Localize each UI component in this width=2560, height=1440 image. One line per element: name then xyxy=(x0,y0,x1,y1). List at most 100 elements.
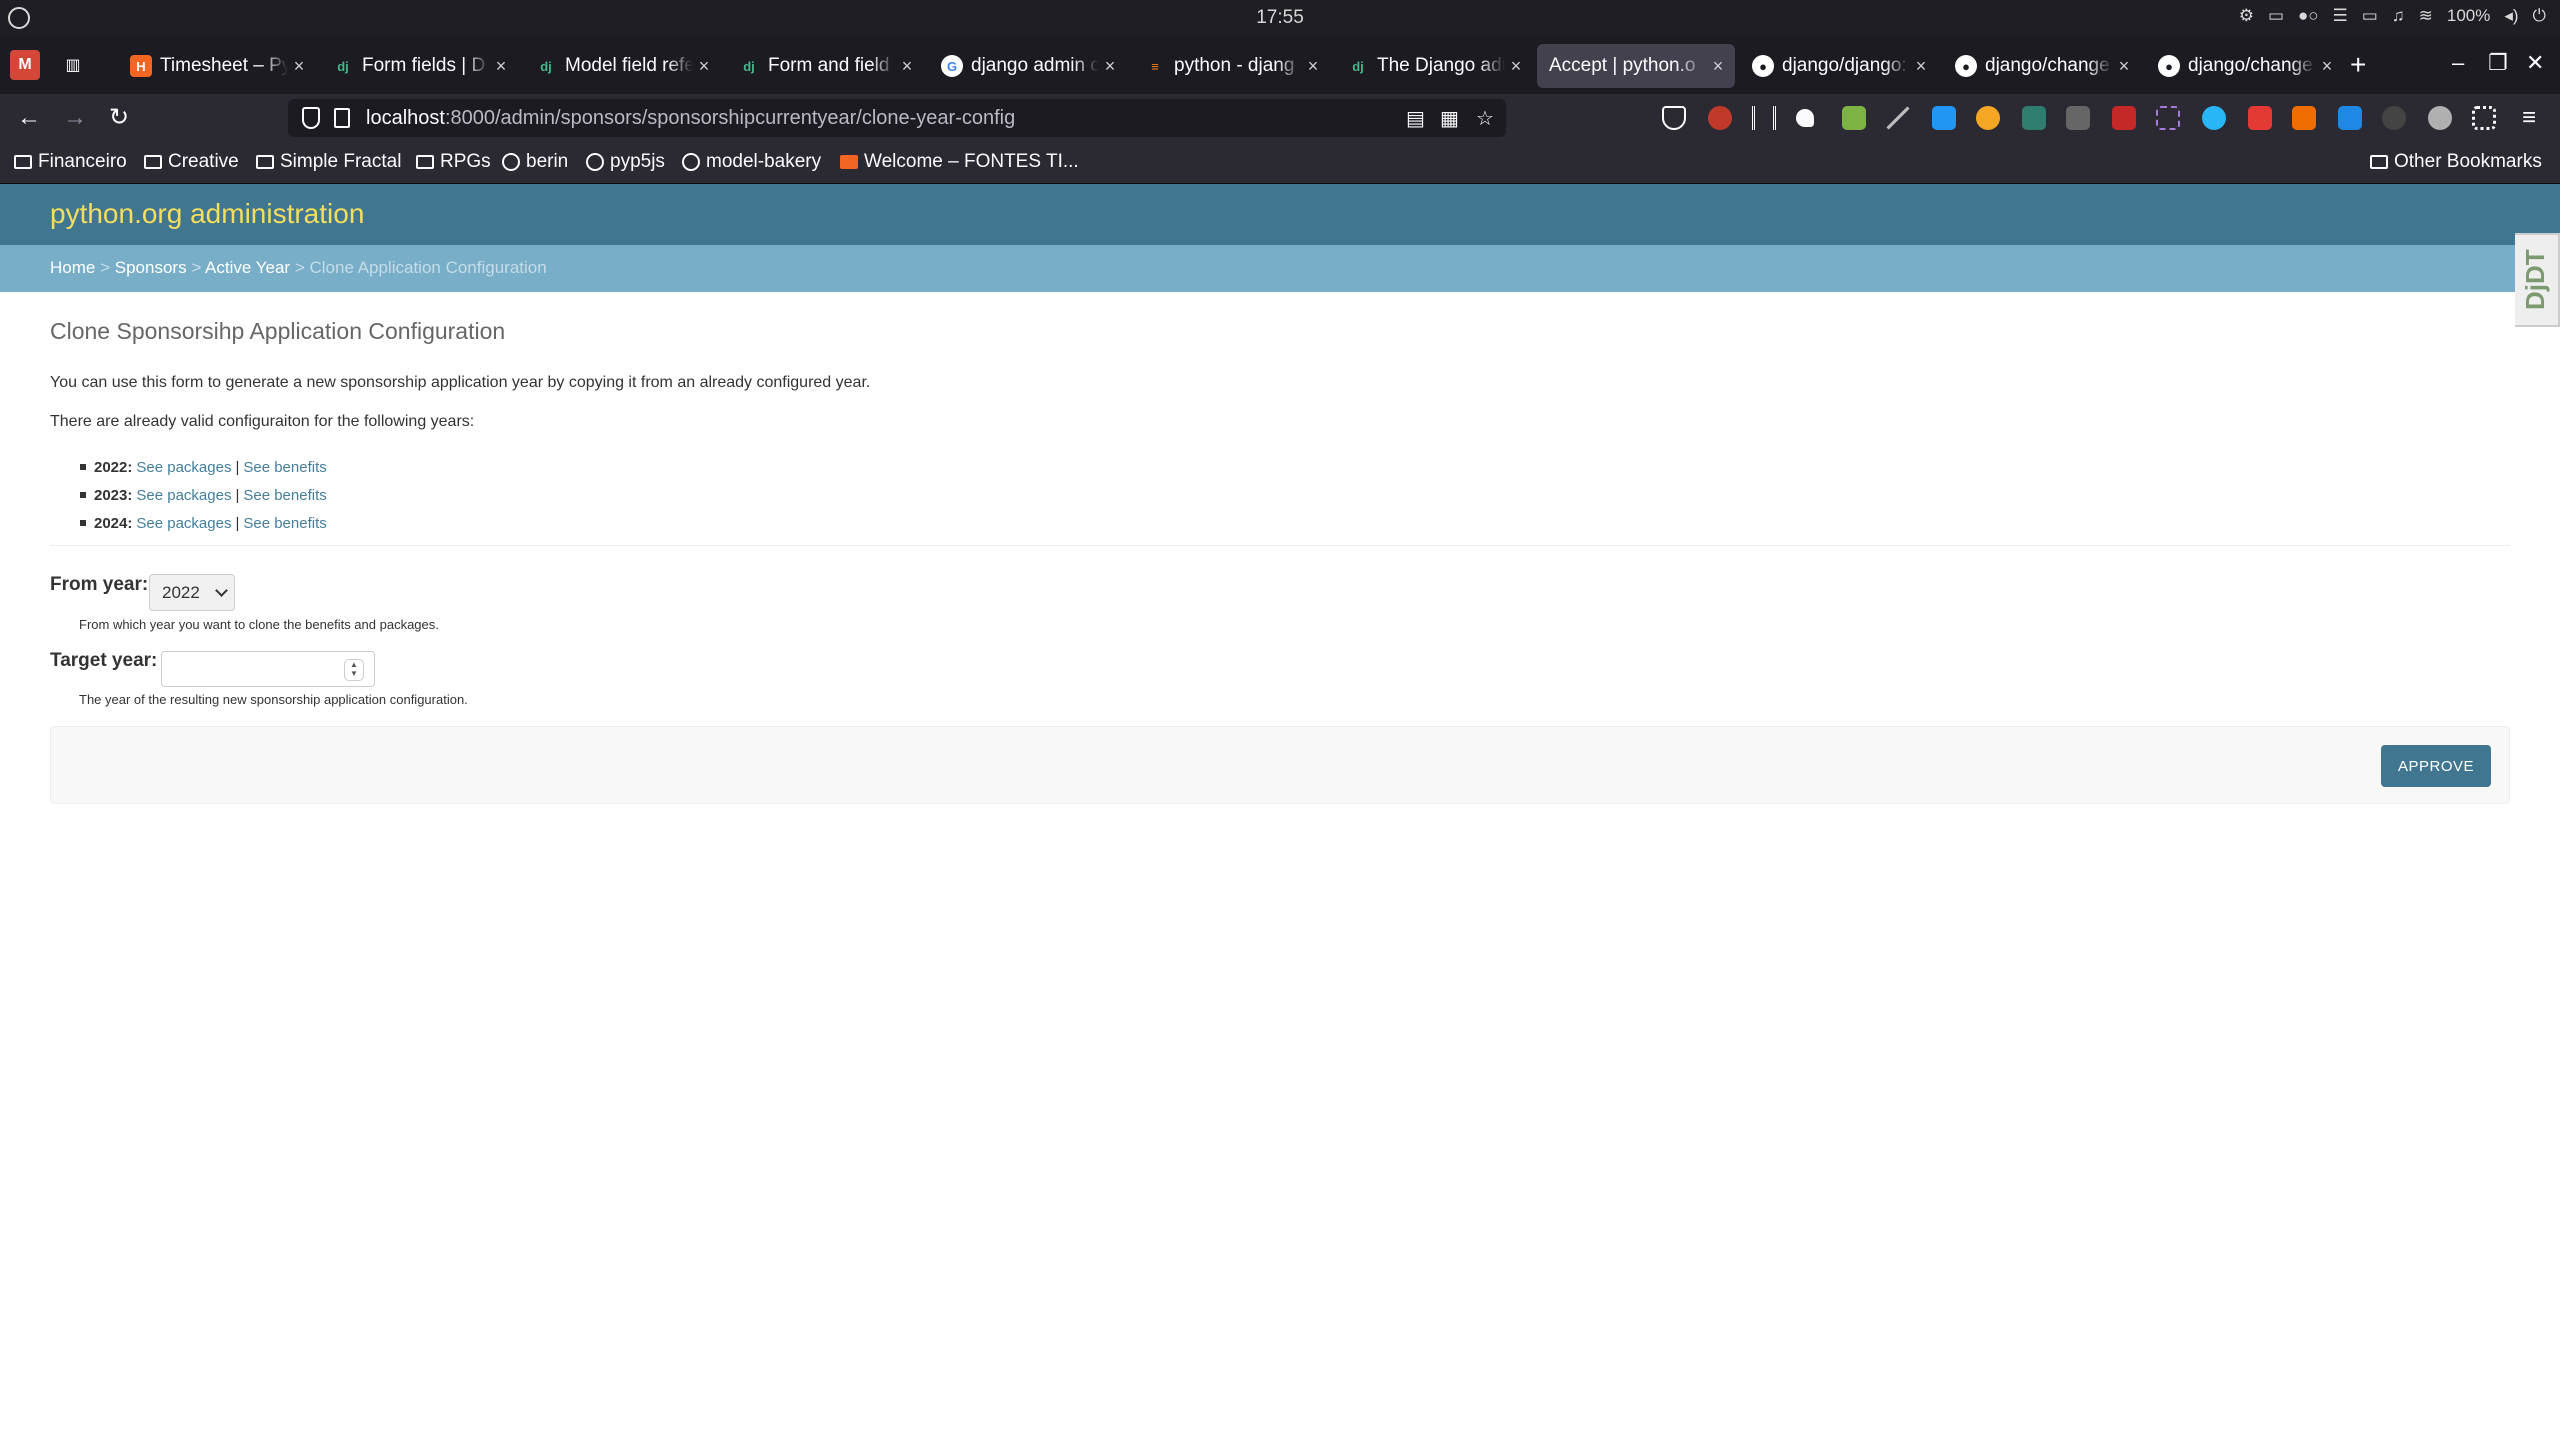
other-bookmarks[interactable]: Other Bookmarks xyxy=(2370,151,2542,173)
tab[interactable]: G django admin c × xyxy=(929,44,1127,88)
tab[interactable]: H Timesheet – Py × xyxy=(118,44,316,88)
extension-icon[interactable] xyxy=(1842,106,1866,130)
see-benefits-link[interactable]: See benefits xyxy=(243,459,326,476)
close-icon[interactable]: × xyxy=(2316,56,2338,77)
tab-strip: M ▥ H Timesheet – Py × dj Form fields | … xyxy=(0,36,2560,94)
list-item: 2023: See packages | See benefits xyxy=(94,481,327,509)
admin-header: python.org administration xyxy=(0,184,2560,245)
extension-icon[interactable] xyxy=(2066,106,2090,130)
close-window-icon[interactable]: ✕ xyxy=(2526,50,2544,76)
years-intro-text: There are already valid configuraiton fo… xyxy=(50,413,475,430)
gmail-pinned-tab[interactable]: M xyxy=(10,50,40,80)
url-text[interactable]: localhost:8000/admin/sponsors/sponsorshi… xyxy=(366,107,1015,130)
bookmark-star-icon[interactable]: ☆ xyxy=(1476,106,1494,131)
close-icon[interactable]: × xyxy=(1910,56,1932,77)
from-year-select[interactable]: 2022 xyxy=(149,574,235,611)
django-icon: dj xyxy=(540,58,552,74)
back-icon[interactable]: ← xyxy=(12,102,46,134)
close-icon[interactable]: × xyxy=(1099,56,1121,77)
tab[interactable]: ● django/change × xyxy=(2146,44,2344,88)
wifi-icon[interactable]: ≋ xyxy=(2419,6,2433,26)
display-icon[interactable]: ▭ xyxy=(2268,6,2284,26)
minimize-icon[interactable]: – xyxy=(2452,50,2464,76)
extension-icon[interactable] xyxy=(2248,106,2272,130)
folder-icon[interactable]: ▭ xyxy=(2362,6,2378,26)
extension-icon[interactable] xyxy=(1976,106,2000,130)
tab[interactable]: dj Model field refe × xyxy=(523,44,721,88)
bookmarks-bar: Financeiro Creative Simple Fractal RPGs … xyxy=(0,142,2560,184)
tab[interactable]: dj Form fields | D × xyxy=(320,44,518,88)
extension-icon[interactable] xyxy=(2202,106,2226,130)
bookmark-folder[interactable]: Simple Fractal xyxy=(256,151,401,173)
target-year-input[interactable]: ▲ ▼ xyxy=(161,651,375,687)
bookmark-folder[interactable]: RPGs xyxy=(416,151,491,173)
notification-icon[interactable]: ♫ xyxy=(2392,6,2405,26)
target-year-label: Target year: xyxy=(50,650,158,671)
clipboard-icon[interactable]: ☰ xyxy=(2333,6,2348,26)
extension-icon[interactable] xyxy=(2022,106,2046,130)
list-item: 2024: See packages | See benefits xyxy=(94,509,327,537)
breadcrumb-home[interactable]: Home xyxy=(50,258,95,277)
see-packages-link[interactable]: See packages xyxy=(136,515,231,532)
site-brand[interactable]: python.org administration xyxy=(50,198,364,230)
pocket-icon[interactable] xyxy=(1662,106,1686,130)
restore-icon[interactable]: ❐ xyxy=(2488,50,2508,76)
breadcrumb-sponsors[interactable]: Sponsors xyxy=(115,258,187,277)
approve-button[interactable]: APPROVE xyxy=(2381,745,2491,787)
close-icon[interactable]: × xyxy=(490,56,512,77)
pen-icon[interactable] xyxy=(1886,106,1910,130)
bookmark-link[interactable]: pyp5js xyxy=(586,151,665,173)
extension-icon[interactable] xyxy=(2156,106,2180,130)
bookmark-folder[interactable]: Creative xyxy=(144,151,239,173)
tab[interactable]: dj Form and field × xyxy=(726,44,924,88)
extensions-icon[interactable] xyxy=(2472,106,2496,130)
bookmark-link[interactable]: Welcome – FONTES TI... xyxy=(840,151,1079,173)
tab[interactable]: dj The Django adm × xyxy=(1335,44,1533,88)
new-tab-button[interactable]: + xyxy=(2350,50,2366,80)
close-icon[interactable]: × xyxy=(693,56,715,77)
tab[interactable]: ≡ python - djang × xyxy=(1132,44,1330,88)
shield-icon[interactable] xyxy=(302,107,320,129)
close-icon[interactable]: × xyxy=(1302,56,1324,77)
qr-code-icon[interactable]: ▦ xyxy=(1440,106,1459,131)
see-benefits-link[interactable]: See benefits xyxy=(243,487,326,504)
bookmark-folder[interactable]: Financeiro xyxy=(14,151,127,173)
tab-active[interactable]: Accept | python.o × xyxy=(1537,44,1735,88)
extension-icon[interactable] xyxy=(1932,106,1956,130)
extension-icon[interactable] xyxy=(2292,106,2316,130)
page-info-icon[interactable] xyxy=(334,108,350,128)
tab[interactable]: ● django/change × xyxy=(1943,44,2141,88)
close-icon[interactable]: × xyxy=(1505,56,1527,77)
extension-icon[interactable] xyxy=(1796,109,1814,127)
ublock-icon[interactable] xyxy=(1708,106,1732,130)
reader-view-icon[interactable]: ▤ xyxy=(1406,106,1425,131)
media-icon[interactable]: ●○ xyxy=(2298,6,2319,26)
bookmark-link[interactable]: model-bakery xyxy=(682,151,821,173)
pinned-tab[interactable]: ▥ xyxy=(58,50,88,80)
folder-icon xyxy=(256,155,274,169)
extension-icon[interactable] xyxy=(2428,106,2452,130)
forward-icon[interactable]: → xyxy=(58,102,92,134)
close-icon[interactable]: × xyxy=(1707,56,1729,77)
extension-icon[interactable] xyxy=(1752,106,1776,130)
close-icon[interactable]: × xyxy=(288,56,310,77)
network-icon[interactable]: ⚙ xyxy=(2239,6,2254,26)
volume-icon[interactable]: ◂) xyxy=(2504,6,2518,26)
django-debug-toolbar-handle[interactable]: DjDT xyxy=(2515,233,2560,327)
extension-icon[interactable] xyxy=(2338,106,2362,130)
menu-icon[interactable]: ≡ xyxy=(2512,102,2546,134)
extension-icon[interactable] xyxy=(2112,106,2136,130)
extension-icon[interactable] xyxy=(2382,106,2406,130)
see-benefits-link[interactable]: See benefits xyxy=(243,515,326,532)
close-icon[interactable]: × xyxy=(2113,56,2135,77)
see-packages-link[interactable]: See packages xyxy=(136,459,231,476)
tab[interactable]: ● django/django: × xyxy=(1740,44,1938,88)
breadcrumb-active-year[interactable]: Active Year xyxy=(205,258,290,277)
power-icon[interactable]: ⏻ xyxy=(2533,6,2546,26)
bookmark-link[interactable]: berin xyxy=(502,151,568,173)
url-bar[interactable]: localhost:8000/admin/sponsors/sponsorshi… xyxy=(288,99,1506,137)
reload-icon[interactable]: ↻ xyxy=(102,102,136,134)
close-icon[interactable]: × xyxy=(896,56,918,77)
see-packages-link[interactable]: See packages xyxy=(136,487,231,504)
number-stepper[interactable]: ▲ ▼ xyxy=(344,659,364,681)
